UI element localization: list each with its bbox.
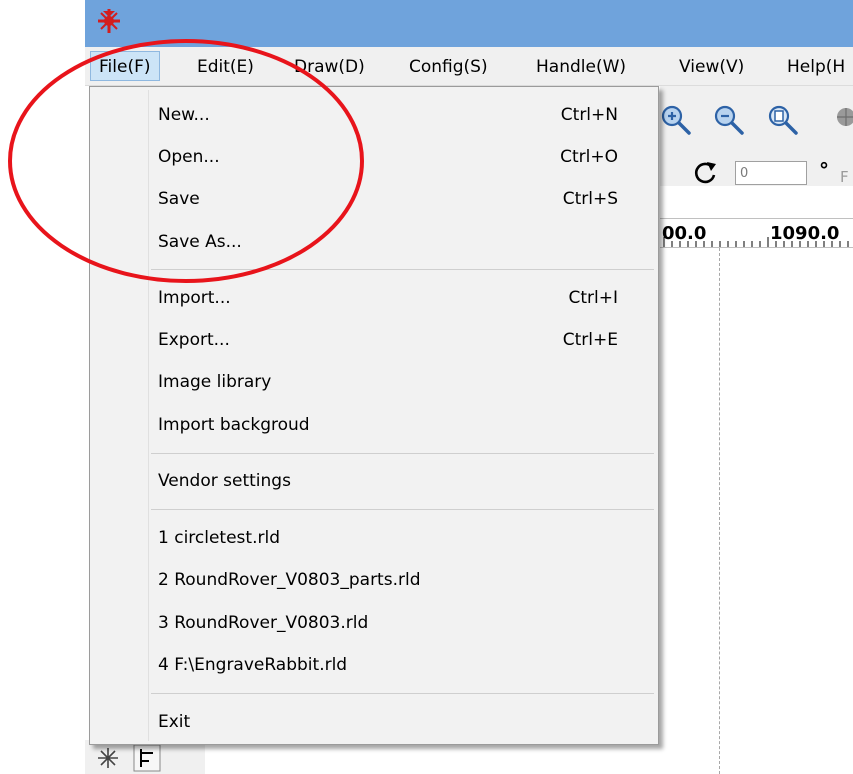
degree-symbol: ° (819, 158, 829, 182)
align-tool-icon[interactable] (133, 744, 161, 772)
zoom-in-icon[interactable] (659, 103, 693, 137)
ruler-label: 00.0 (662, 223, 707, 244)
menu-item-recent-file-1[interactable]: 1 circletest.rld (158, 523, 280, 553)
rotation-angle-input[interactable]: 0 (735, 161, 807, 185)
shortcut-save: Ctrl+S (562, 189, 618, 209)
menu-item-import[interactable]: Import... (158, 283, 231, 313)
shortcut-import: Ctrl+I (568, 288, 618, 308)
menu-config[interactable]: Config(S) (409, 56, 488, 78)
menu-item-recent-file-4[interactable]: 4 F:\EngraveRabbit.rld (158, 650, 347, 680)
menu-item-import-background[interactable]: Import backgroud (158, 410, 310, 440)
ruler-label: 1090.0 (770, 223, 840, 244)
menu-item-recent-file-3[interactable]: 3 RoundRover_V0803.rld (158, 608, 368, 638)
menu-draw[interactable]: Draw(D) (294, 56, 365, 78)
shortcut-new: Ctrl+N (560, 105, 618, 125)
title-bar (85, 0, 853, 47)
canvas-guide-line (719, 248, 720, 774)
menu-view[interactable]: View(V) (679, 56, 744, 78)
file-menu-dropdown: New... Ctrl+N Open... Ctrl+O Save Ctrl+S… (89, 86, 659, 745)
menu-item-save-as[interactable]: Save As... (158, 227, 242, 257)
menu-handle[interactable]: Handle(W) (536, 56, 626, 78)
menu-item-exit[interactable]: Exit (158, 707, 190, 737)
rotate-icon[interactable] (690, 158, 722, 188)
menu-item-image-library[interactable]: Image library (158, 367, 271, 397)
shortcut-open: Ctrl+O (560, 147, 618, 167)
menu-separator (151, 693, 654, 694)
menu-file[interactable]: File(F) (90, 51, 160, 81)
zoom-out-icon[interactable] (712, 103, 746, 137)
zoom-page-icon[interactable] (766, 103, 800, 137)
asterisk-tool-icon[interactable] (96, 746, 120, 770)
menu-item-export[interactable]: Export... (158, 325, 230, 355)
menu-item-vendor-settings[interactable]: Vendor settings (158, 466, 291, 496)
shortcut-export: Ctrl+E (562, 330, 618, 350)
horizontal-ruler: 00.0 1090.0 (660, 218, 853, 248)
menu-item-open[interactable]: Open... (158, 142, 220, 172)
menu-separator (151, 269, 654, 270)
menu-item-recent-file-2[interactable]: 2 RoundRover_V0803_parts.rld (158, 565, 421, 595)
truncated-toolbar-label: F (840, 168, 849, 186)
menu-help[interactable]: Help(H (787, 56, 845, 78)
app-logo-icon (98, 9, 120, 33)
bottom-toolbox (85, 740, 205, 774)
menu-separator (151, 453, 654, 454)
menu-gutter-line (148, 90, 149, 741)
menu-separator (151, 509, 654, 510)
globe-icon[interactable] (834, 106, 853, 132)
menu-item-save[interactable]: Save (158, 184, 200, 214)
menu-item-new[interactable]: New... (158, 100, 210, 130)
menu-bar: File(F) Edit(E) Draw(D) Config(S) Handle… (85, 47, 853, 86)
menu-edit[interactable]: Edit(E) (197, 56, 254, 78)
